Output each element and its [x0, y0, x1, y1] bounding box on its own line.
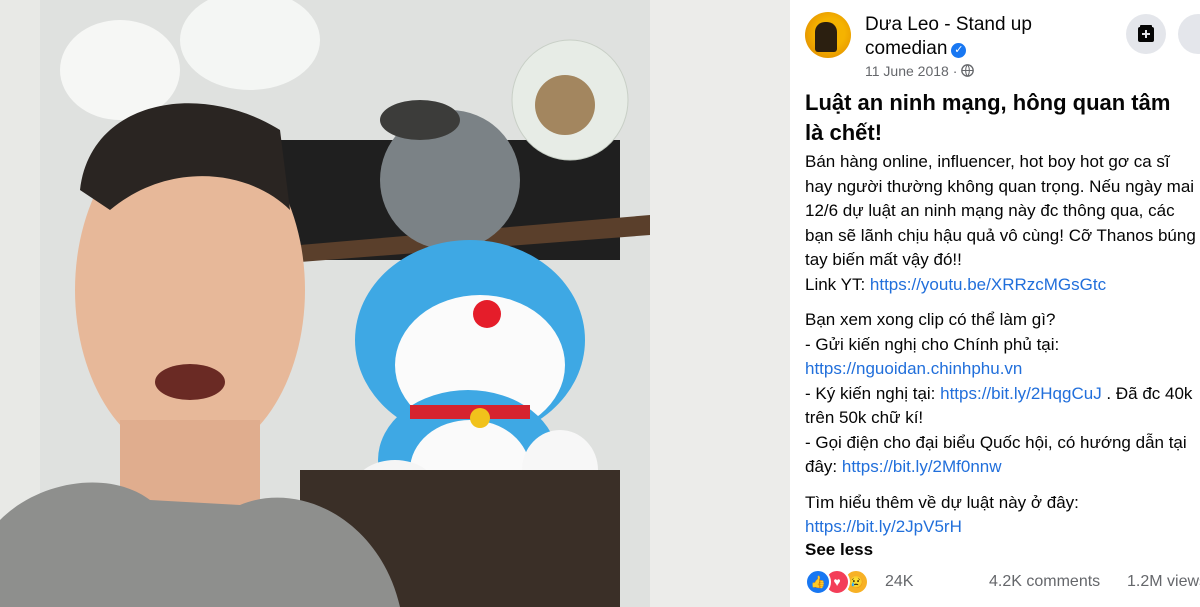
actions-question: Bạn xem xong clip có thể làm gì?: [805, 310, 1056, 329]
verified-icon: ✓: [951, 43, 967, 58]
post-meta: 11 June 2018 ·: [865, 63, 975, 79]
post-paragraph-actions: Bạn xem xong clip có thể làm gì? - Gửi k…: [805, 308, 1197, 480]
post-panel: Dưa Leo - Stand up comedian ✓ 11 June 201…: [790, 0, 1200, 607]
post-paragraph: Bán hàng online, influencer, hot boy hot…: [805, 150, 1197, 297]
like-icon: 👍: [805, 569, 831, 595]
nguoidan-link[interactable]: https://nguoidan.chinhphu.vn: [805, 359, 1022, 378]
avatar-figure: [815, 22, 837, 52]
more-info-link[interactable]: https://bit.ly/2JpV5rH: [805, 517, 962, 536]
see-less-button[interactable]: See less: [805, 540, 873, 560]
youtube-link[interactable]: https://youtu.be/XRRzcMGsGtc: [870, 275, 1106, 294]
globe-icon: [961, 64, 975, 77]
post-paragraph-more: Tìm hiểu thêm về dự luật này ở đây: http…: [805, 491, 1197, 540]
youtube-label: Link YT:: [805, 274, 870, 294]
post-title: Luật an ninh mạng, hông quan tâm là chết…: [805, 90, 1171, 145]
comment-count[interactable]: 4.2K comments: [989, 573, 1100, 591]
reaction-count[interactable]: 24K: [885, 573, 913, 591]
video-still: [0, 0, 790, 607]
avatar[interactable]: [805, 12, 851, 58]
save-icon: [1138, 25, 1154, 42]
more-options-button[interactable]: [1178, 14, 1200, 54]
petition-link[interactable]: https://bit.ly/2HqgCuJ: [940, 384, 1102, 403]
page-name-text[interactable]: Dưa Leo - Stand up comedian: [865, 14, 1032, 59]
post-date[interactable]: 11 June 2018: [865, 63, 949, 79]
meta-separator: ·: [952, 63, 958, 79]
guide-link[interactable]: https://bit.ly/2Mf0nnw: [842, 457, 1002, 476]
save-button[interactable]: [1126, 14, 1166, 54]
view-count: 1.2M views: [1127, 573, 1200, 590]
page-name[interactable]: Dưa Leo - Stand up comedian ✓: [865, 13, 1065, 61]
reaction-icons[interactable]: 👍 ♥ 😢: [805, 569, 869, 595]
more-info-text: Tìm hiểu thêm về dự luật này ở đây:: [805, 492, 1079, 512]
post-paragraph-text: Bán hàng online, influencer, hot boy hot…: [805, 152, 1196, 269]
action-item-1: - Gửi kiến nghị cho Chính phủ tại:: [805, 334, 1060, 354]
post-body: Bán hàng online, influencer, hot boy hot…: [805, 150, 1197, 551]
action-item-2: - Ký kiến nghị tại:: [805, 383, 941, 403]
video-frame[interactable]: [0, 0, 790, 607]
